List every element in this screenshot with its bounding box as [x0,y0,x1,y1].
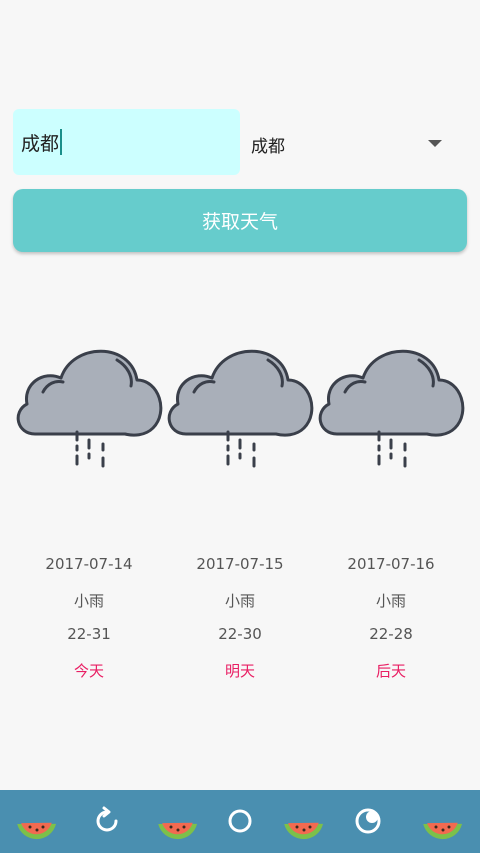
forecast-day-today: 2017-07-14 小雨 22-31 今天 [13,340,165,680]
forecast-temp: 22-30 [218,625,262,643]
watermelon-icon [423,822,463,840]
circle-icon [228,809,252,833]
get-weather-label: 获取天气 [201,211,278,233]
dropdown-arrow-icon[interactable] [428,140,442,147]
moon-icon [355,808,381,834]
watermelon-icon [158,822,198,840]
forecast-day-label: 明天 [224,662,255,680]
forecast-weather: 小雨 [73,592,104,610]
watermelon-icon [284,822,324,840]
forecast-weather: 小雨 [375,592,406,610]
forecast-date: 2017-07-15 [196,555,284,573]
forecast-day-label: 今天 [73,662,104,680]
city-input-value: 成都 [21,132,60,155]
forecast-temp: 22-31 [67,625,111,643]
city-select[interactable]: 成都 [251,124,447,164]
light-rain-cloud-icon [318,349,465,468]
forecast-date: 2017-07-16 [347,555,435,573]
light-rain-cloud-icon [167,349,314,468]
forecast-day-after-tomorrow: 2017-07-16 小雨 22-28 后天 [315,340,467,680]
city-select-value: 成都 [251,136,285,157]
light-rain-cloud-icon [16,349,163,468]
refresh-icon [96,806,118,832]
forecast-weather: 小雨 [224,592,255,610]
watermelon-icon [17,822,57,840]
forecast-temp: 22-28 [369,625,413,643]
city-input[interactable]: 成都 [13,109,240,175]
forecast-date: 2017-07-14 [45,555,133,573]
get-weather-button[interactable]: 获取天气 [13,189,467,252]
text-caret [60,129,63,155]
forecast-day-label: 后天 [375,662,406,680]
forecast-day-tomorrow: 2017-07-15 小雨 22-30 明天 [164,340,316,680]
bottom-bar [0,790,480,853]
